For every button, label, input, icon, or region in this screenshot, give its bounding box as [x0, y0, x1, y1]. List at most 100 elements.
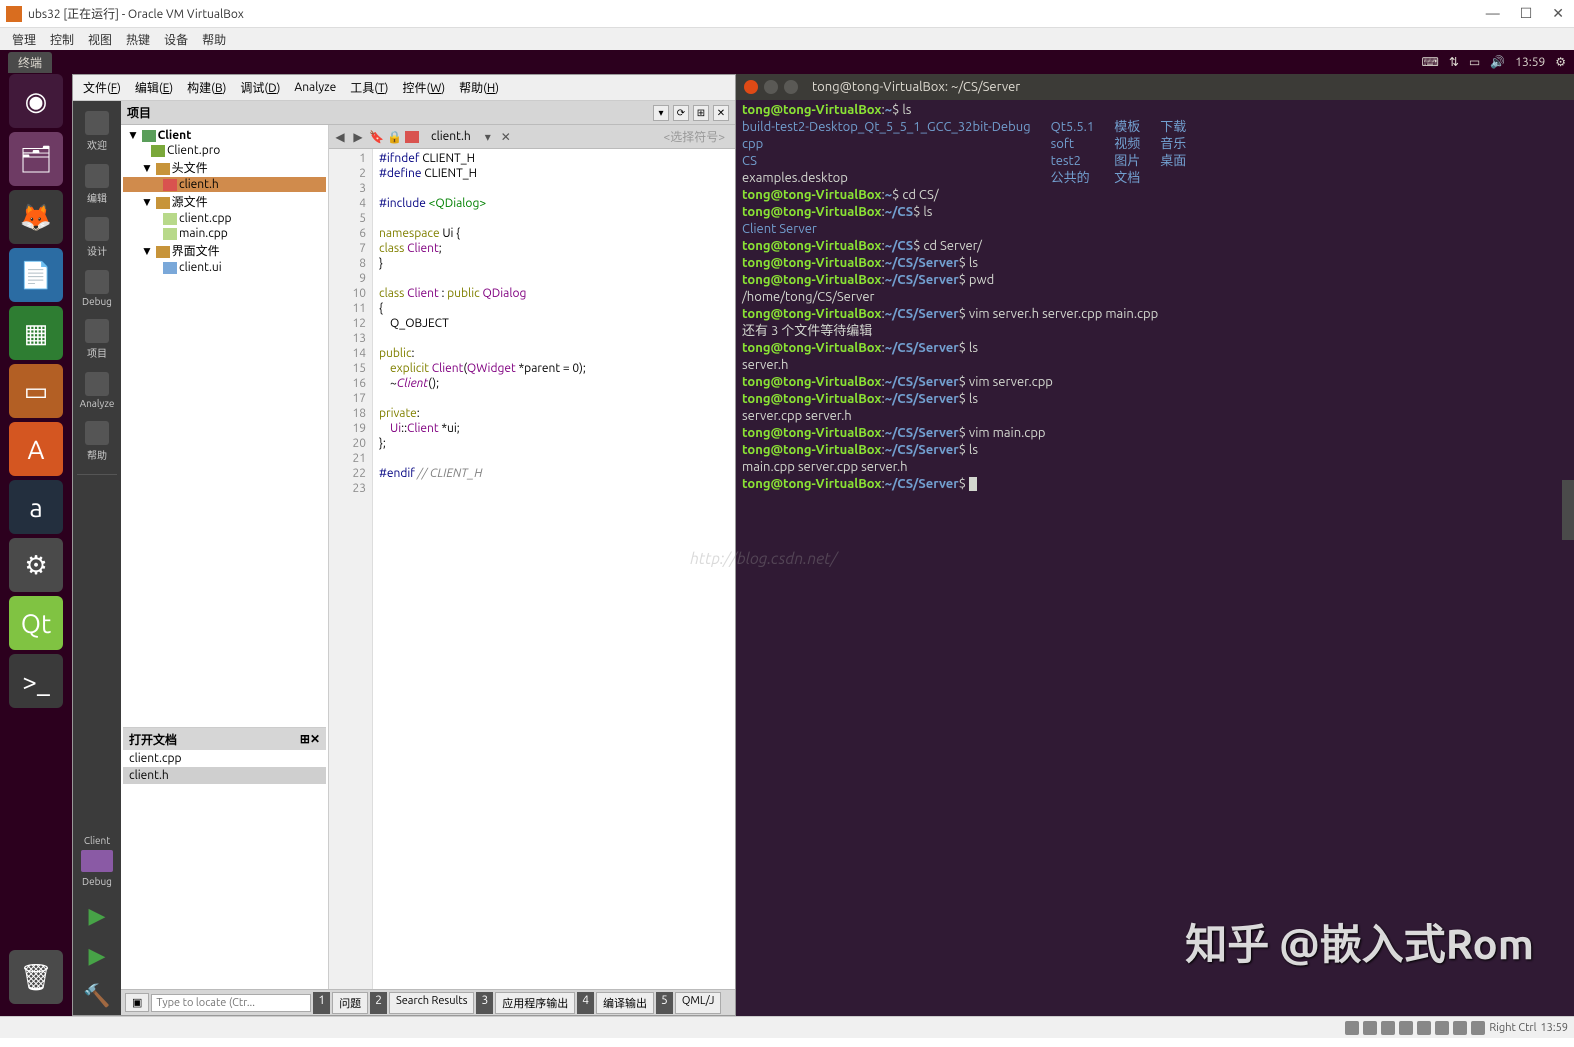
bottom-tab[interactable]: 问题	[332, 992, 368, 1014]
launcher-firefox[interactable]: 🦊	[9, 190, 63, 244]
bottom-tab-num[interactable]: 3	[476, 992, 493, 1014]
tree-file[interactable]: client.cpp	[123, 211, 326, 226]
bottom-tab[interactable]: Search Results	[389, 992, 475, 1014]
vbox-menu-item[interactable]: 控制	[50, 31, 74, 48]
mode-设计[interactable]: 设计	[75, 211, 119, 264]
tree-file[interactable]: client.h	[123, 177, 326, 192]
launcher-amazon[interactable]: a	[9, 480, 63, 534]
symbol-selector[interactable]: <选择符号>	[657, 128, 731, 145]
code-area[interactable]: #ifndef CLIENT_H#define CLIENT_H #includ…	[373, 149, 735, 989]
build-button[interactable]: 🔨	[77, 977, 116, 1015]
topbar-app-title[interactable]: 终端	[8, 52, 52, 73]
launcher-qtcreator[interactable]: Qt	[9, 596, 63, 650]
bottom-tab-num[interactable]: 2	[370, 992, 387, 1014]
launcher-settings[interactable]: ⚙	[9, 538, 63, 592]
minimize-button[interactable]: —	[1486, 5, 1500, 22]
vbox-menu-item[interactable]: 热键	[126, 31, 150, 48]
qt-menu-item[interactable]: 文件(F)	[83, 79, 121, 96]
open-doc-item[interactable]: client.cpp	[123, 750, 326, 767]
tree-project[interactable]: ▼ Client	[123, 127, 326, 143]
filter-button[interactable]: ▾	[653, 105, 669, 121]
qt-menu-item[interactable]: 调试(D)	[240, 79, 280, 96]
tree-sources[interactable]: ▼ 源文件	[123, 192, 326, 211]
term-max-button[interactable]	[784, 80, 798, 94]
mode-帮助[interactable]: 帮助	[75, 415, 119, 468]
battery-icon[interactable]: ▭	[1469, 55, 1480, 69]
open-doc-item[interactable]: client.h	[123, 767, 326, 784]
editor-content[interactable]: 1234567891011121314151617181920212223 #i…	[329, 149, 735, 989]
launcher-calc[interactable]: ▦	[9, 306, 63, 360]
sync-button[interactable]: ⟳	[673, 105, 689, 121]
mode-Debug[interactable]: Debug	[75, 264, 119, 313]
tree-file[interactable]: client.ui	[123, 260, 326, 275]
run-config[interactable]: Client Debug	[81, 827, 113, 895]
mode-Analyze[interactable]: Analyze	[75, 366, 119, 415]
nav-fwd[interactable]: ▶	[351, 130, 365, 144]
editor-filename[interactable]: client.h	[425, 130, 477, 143]
tree-pro-file[interactable]: Client.pro	[123, 143, 326, 158]
close-pane-button[interactable]: ✕	[713, 105, 729, 121]
status-net-icon[interactable]	[1381, 1021, 1395, 1035]
vbox-menu-item[interactable]: 设备	[164, 31, 188, 48]
run-button[interactable]: ▶	[83, 897, 112, 935]
network-icon[interactable]: ⇅	[1449, 55, 1459, 69]
launcher-writer[interactable]: 📄	[9, 248, 63, 302]
nav-back[interactable]: ◀	[333, 130, 347, 144]
vbox-menu-item[interactable]: 帮助	[202, 31, 226, 48]
status-shared-icon[interactable]	[1417, 1021, 1431, 1035]
status-hd-icon[interactable]	[1345, 1021, 1359, 1035]
run-debug-button[interactable]: ▶	[83, 937, 112, 975]
vbox-menu-item[interactable]: 管理	[12, 31, 36, 48]
status-rec-icon[interactable]	[1453, 1021, 1467, 1035]
launcher-files[interactable]: 🗂	[9, 132, 63, 186]
lock-icon[interactable]: 🔒	[387, 130, 401, 144]
mode-欢迎[interactable]: 欢迎	[75, 105, 119, 158]
open-docs-split[interactable]: ⊞	[300, 732, 310, 746]
status-display-icon[interactable]	[1435, 1021, 1449, 1035]
bookmark-icon[interactable]: 🔖	[369, 130, 383, 144]
status-cd-icon[interactable]	[1363, 1021, 1377, 1035]
tree-forms[interactable]: ▼ 界面文件	[123, 241, 326, 260]
status-mouse-icon[interactable]	[1471, 1021, 1485, 1035]
file-dropdown[interactable]: ▾	[481, 130, 495, 144]
mode-项目[interactable]: 项目	[75, 313, 119, 366]
qt-menu-item[interactable]: 控件(W)	[402, 79, 445, 96]
qt-bottom-bar: ▣ 1问题2Search Results3应用程序输出4编译输出5QML/J	[121, 989, 735, 1015]
launcher-software[interactable]: A	[9, 422, 63, 476]
output-toggle[interactable]: ▣	[125, 993, 149, 1012]
keyboard-icon[interactable]: ⌨	[1422, 55, 1439, 69]
qt-menu-item[interactable]: 构建(B)	[187, 79, 226, 96]
qt-menu-item[interactable]: 工具(T)	[350, 79, 388, 96]
qt-menu-item[interactable]: 帮助(H)	[459, 79, 499, 96]
launcher-impress[interactable]: ▭	[9, 364, 63, 418]
bottom-tab[interactable]: 应用程序输出	[495, 992, 575, 1014]
term-min-button[interactable]	[764, 80, 778, 94]
locator	[151, 994, 311, 1012]
qt-menu-item[interactable]: 编辑(E)	[135, 79, 173, 96]
open-docs-close[interactable]: ✕	[310, 732, 320, 746]
close-button[interactable]: ✕	[1552, 5, 1564, 22]
qt-menu-item[interactable]: Analyze	[294, 81, 336, 94]
bottom-tab-num[interactable]: 5	[656, 992, 673, 1014]
launcher-trash[interactable]: 🗑	[9, 950, 63, 1004]
tree-file[interactable]: main.cpp	[123, 226, 326, 241]
editor-close[interactable]: ✕	[499, 130, 513, 144]
launcher-dash[interactable]: ◉	[9, 74, 63, 128]
vbox-menu-item[interactable]: 视图	[88, 31, 112, 48]
bottom-tab[interactable]: QML/J	[675, 992, 722, 1014]
tree-headers[interactable]: ▼ 头文件	[123, 158, 326, 177]
bottom-tab-num[interactable]: 4	[577, 992, 594, 1014]
locator-input[interactable]	[151, 994, 311, 1012]
split-button[interactable]: ⊞	[693, 105, 709, 121]
clock[interactable]: 13:59	[1515, 56, 1545, 69]
status-usb-icon[interactable]	[1399, 1021, 1413, 1035]
bottom-tab-num[interactable]: 1	[313, 992, 330, 1014]
launcher-terminal[interactable]: >_	[9, 654, 63, 708]
mode-编辑[interactable]: 编辑	[75, 158, 119, 211]
volume-icon[interactable]: 🔊	[1490, 55, 1505, 69]
maximize-button[interactable]: ☐	[1520, 5, 1533, 22]
gear-icon[interactable]: ⚙	[1555, 55, 1566, 69]
bottom-tab[interactable]: 编译输出	[596, 992, 654, 1014]
term-close-button[interactable]	[744, 80, 758, 94]
terminal-body[interactable]: tong@tong-VirtualBox:~$ lsbuild-test2-De…	[736, 100, 1574, 1016]
